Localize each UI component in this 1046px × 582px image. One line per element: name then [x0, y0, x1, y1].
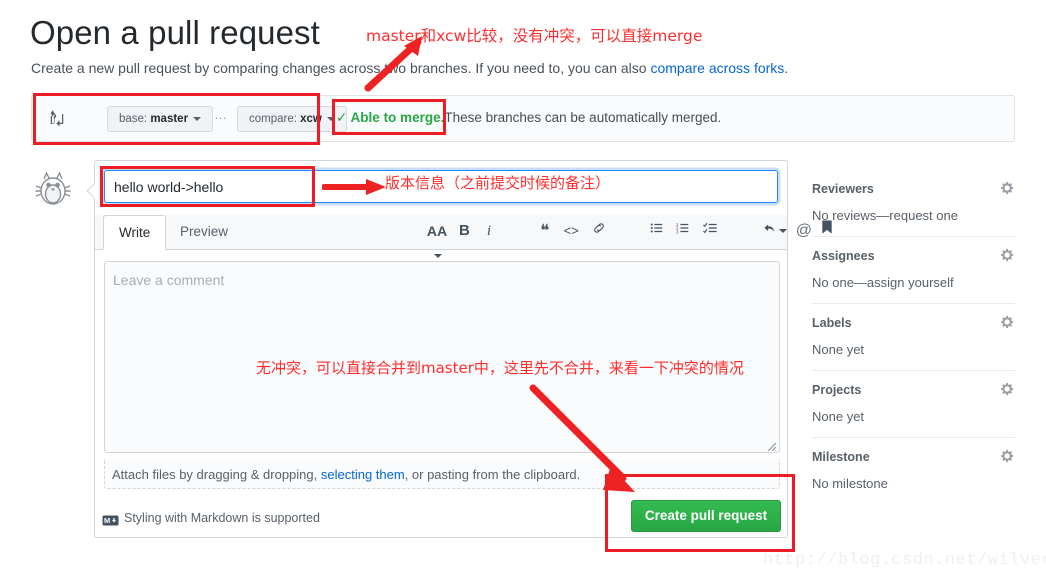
- annotation-note-body: 无冲突，可以直接合并到master中，这里先不合并，来看一下冲突的情况: [256, 359, 744, 377]
- gear-icon[interactable]: [1001, 181, 1015, 195]
- annotation-note-title: 版本信息（之前提交时候的备注）: [385, 174, 611, 192]
- markdown-toolbar: AA B i ❝ <> 1 2 3 @: [424, 219, 836, 259]
- chevron-down-icon: [193, 116, 202, 121]
- avatar: [31, 166, 75, 210]
- attach-text-after: , or pasting from the clipboard.: [404, 467, 581, 482]
- merge-status-badge: ✓ Able to merge.: [336, 110, 445, 125]
- git-compare-icon: [48, 109, 66, 129]
- attach-text-before: Attach files by dragging & dropping,: [112, 467, 321, 482]
- form-callout-arrow: [86, 182, 95, 200]
- sidebar-value-milestone[interactable]: No milestone: [812, 464, 1015, 504]
- comment-placeholder: Leave a comment: [113, 272, 225, 288]
- sidebar-heading-reviewers: Reviewers: [812, 182, 874, 196]
- code-icon[interactable]: <>: [560, 219, 582, 243]
- compare-branch-value: xcw: [300, 113, 322, 125]
- base-branch-value: master: [150, 113, 189, 125]
- gear-icon[interactable]: [1001, 315, 1015, 329]
- sidebar-value-assignees[interactable]: No one—assign yourself: [812, 263, 1015, 303]
- tab-preview[interactable]: Preview: [165, 215, 243, 249]
- compare-branch-label: compare:: [249, 113, 301, 125]
- italic-icon[interactable]: i: [479, 219, 499, 243]
- sidebar-section-assignees: Assignees No one—assign yourself: [812, 237, 1015, 303]
- selecting-them-link[interactable]: selecting them: [321, 467, 405, 482]
- markdown-support-note: Styling with Markdown is supported: [124, 511, 320, 525]
- pull-request-page: Open a pull request Create a new pull re…: [0, 0, 1046, 582]
- sidebar-section-reviewers: Reviewers No reviews—request one: [812, 170, 1015, 236]
- sidebar-section-labels: Labels None yet: [812, 304, 1015, 370]
- annotation-note-top: master和xcw比较，没有冲突，可以直接merge: [366, 27, 703, 45]
- markdown-icon: M: [102, 513, 119, 526]
- sidebar-value-labels[interactable]: None yet: [812, 330, 1015, 370]
- svg-text:3: 3: [676, 229, 679, 234]
- gear-icon[interactable]: [1001, 382, 1015, 396]
- textarea-resize-handle[interactable]: [766, 439, 777, 452]
- ordered-list-icon[interactable]: 1 2 3: [672, 219, 694, 243]
- chevron-down-icon: [326, 116, 335, 121]
- compare-across-forks-link[interactable]: compare across forks: [650, 60, 784, 76]
- attach-files-text: Attach files by dragging & dropping, sel…: [112, 467, 580, 482]
- watermark: http://blog.csdn.net/wilver: [763, 551, 1046, 570]
- gear-icon[interactable]: [1001, 248, 1015, 262]
- sidebar-section-projects: Projects None yet: [812, 371, 1015, 437]
- base-branch-label: base:: [119, 113, 151, 125]
- merge-status-message: These branches can be automatically merg…: [444, 110, 722, 125]
- page-subtitle-text: Create a new pull request by comparing c…: [31, 60, 651, 76]
- sidebar-heading-milestone: Milestone: [812, 450, 870, 464]
- sidebar-section-milestone: Milestone No milestone: [812, 438, 1015, 504]
- svg-text:M: M: [104, 516, 110, 525]
- merge-status: ✓ Able to merge.These branches can be au…: [336, 110, 721, 126]
- create-pull-request-button[interactable]: Create pull request: [631, 500, 781, 532]
- bold-icon[interactable]: B: [454, 219, 474, 243]
- sidebar-value-reviewers[interactable]: No reviews—request one: [812, 196, 1015, 236]
- sidebar-heading-labels: Labels: [812, 316, 852, 330]
- sidebar-heading-assignees: Assignees: [812, 249, 875, 263]
- reply-quote-icon[interactable]: [761, 219, 789, 243]
- sidebar-heading-projects: Projects: [812, 383, 862, 397]
- gear-icon[interactable]: [1001, 449, 1015, 463]
- branch-separator: …: [214, 107, 228, 122]
- base-branch-dropdown[interactable]: base: master: [107, 106, 214, 132]
- quote-icon[interactable]: ❝: [534, 219, 556, 243]
- unordered-list-icon[interactable]: [646, 219, 668, 243]
- page-subtitle-suffix: .: [784, 60, 789, 76]
- task-list-icon[interactable]: [699, 219, 723, 243]
- link-icon[interactable]: [587, 219, 611, 243]
- sidebar: Reviewers No reviews—request one Assigne…: [812, 170, 1015, 504]
- mention-icon[interactable]: @: [794, 219, 814, 243]
- page-title: Open a pull request: [30, 14, 320, 51]
- page-subtitle: Create a new pull request by comparing c…: [31, 59, 788, 77]
- heading-icon[interactable]: AA: [424, 219, 450, 267]
- tab-write[interactable]: Write: [103, 215, 167, 250]
- sidebar-value-projects[interactable]: None yet: [812, 397, 1015, 437]
- compare-branch-dropdown[interactable]: compare: xcw: [237, 106, 347, 132]
